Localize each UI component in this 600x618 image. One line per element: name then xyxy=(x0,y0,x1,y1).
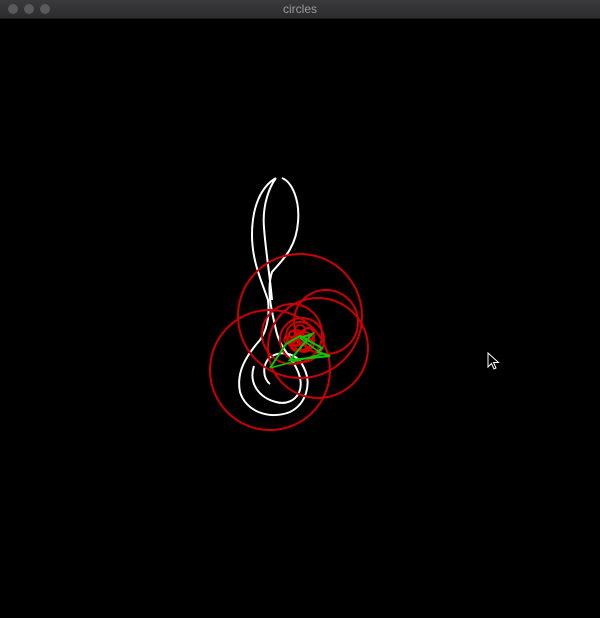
window-title: circles xyxy=(282,2,317,16)
drawing-canvas xyxy=(209,177,369,431)
mouse-pointer-icon xyxy=(487,352,500,370)
treble-clef-outline xyxy=(238,177,309,417)
app-window: circles xyxy=(0,0,600,618)
title-bar[interactable]: circles xyxy=(0,0,600,19)
